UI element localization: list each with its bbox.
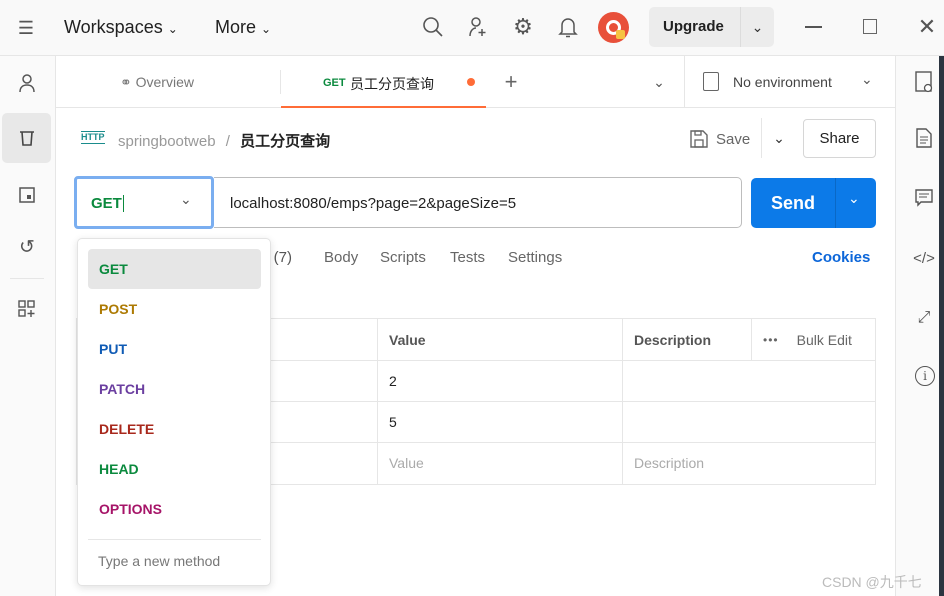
right-sidebar: </> ⤢ i <box>895 56 944 596</box>
upgrade-button-group: Upgrade ⌄ <box>649 7 774 47</box>
method-option-head[interactable]: HEAD <box>88 449 261 489</box>
breadcrumb-separator: / <box>225 133 230 150</box>
left-sidebar: ↺ <box>0 56 56 596</box>
method-option-post[interactable]: POST <box>88 289 261 329</box>
invite-user-icon[interactable] <box>465 14 491 40</box>
close-window-button[interactable]: ✕ <box>914 14 940 40</box>
collections-trash-icon[interactable] <box>2 113 51 163</box>
new-param-description-input[interactable]: Description <box>623 443 875 483</box>
share-button[interactable]: Share <box>803 119 876 158</box>
upgrade-chevron-down-icon[interactable]: ⌄ <box>741 7 774 47</box>
window-edge <box>939 56 944 596</box>
menu-icon[interactable]: ☰ <box>14 16 38 40</box>
method-option-put[interactable]: PUT <box>88 329 261 369</box>
upgrade-button[interactable]: Upgrade <box>663 18 724 35</box>
avatar[interactable] <box>598 12 629 43</box>
breadcrumb-collection[interactable]: springbootweb <box>118 133 216 150</box>
save-button[interactable]: Save <box>690 127 750 151</box>
tab-request-active[interactable]: GET 员工分页查询 <box>281 56 486 108</box>
user-icon[interactable] <box>14 70 40 96</box>
new-param-value-input[interactable]: Value <box>378 443 622 483</box>
bulk-edit-label: Bulk Edit <box>796 331 852 348</box>
method-selected-value: GET <box>91 195 124 212</box>
code-snippet-icon[interactable]: </> <box>911 246 937 270</box>
environment-quick-look-icon[interactable] <box>913 70 935 94</box>
send-options-chevron-icon[interactable]: ⌄ <box>848 190 860 207</box>
tab-body[interactable]: Body <box>324 249 358 266</box>
workspaces-label: Workspaces <box>64 17 163 37</box>
environment-selector[interactable]: No environment ⌄ <box>685 56 885 108</box>
bulk-edit-button[interactable]: ••• Bulk Edit <box>752 319 852 360</box>
save-label: Save <box>716 130 751 148</box>
column-header-description: Description <box>634 331 712 348</box>
watermark: CSDN @九千七 <box>822 574 922 590</box>
chevron-down-icon: ⌄ <box>861 71 873 87</box>
tab-title: 员工分页查询 <box>350 76 434 92</box>
tab-bar: ⚭ Overview GET 员工分页查询 + ⌄ No environment… <box>56 56 896 108</box>
notification-bell-icon[interactable] <box>555 14 581 40</box>
tab-scripts[interactable]: Scripts <box>380 249 426 266</box>
documentation-icon[interactable] <box>913 126 935 150</box>
method-option-options[interactable]: OPTIONS <box>88 489 261 529</box>
param-value-cell[interactable]: 2 <box>378 361 622 401</box>
workspaces-menu[interactable]: Workspaces ⌄ <box>64 17 178 38</box>
new-tab-plus-icon[interactable]: + <box>498 69 524 95</box>
http-request-icon: HTTP <box>81 131 105 144</box>
param-description-cell[interactable] <box>623 361 875 401</box>
method-option-get[interactable]: GET <box>88 249 261 289</box>
url-input[interactable]: localhost:8080/emps?page=2&pageSize=5 <box>214 177 742 228</box>
method-dropdown-menu: GET POST PUT PATCH DELETE HEAD OPTIONS Type a … <box>77 238 271 586</box>
save-options-chevron-icon[interactable]: ⌄ <box>768 126 790 150</box>
tabs-dropdown-chevron-icon[interactable]: ⌄ <box>646 69 672 95</box>
more-options-icon[interactable]: ••• <box>763 333 779 347</box>
more-menu[interactable]: More ⌄ <box>215 17 271 38</box>
method-option-patch[interactable]: PATCH <box>88 369 261 409</box>
top-bar: ☰ Workspaces ⌄ More ⌄ ⚙ Upgrade ⌄ ✕ <box>0 0 944 56</box>
new-method-input[interactable]: Type a new method <box>98 553 220 569</box>
tab-overview-label: Overview <box>135 74 194 90</box>
method-selector[interactable]: GET ⌄ <box>74 176 214 229</box>
send-button-group: Send ⌄ <box>751 178 876 228</box>
info-icon[interactable]: i <box>915 366 935 386</box>
minimize-button[interactable] <box>805 26 822 28</box>
maximize-button[interactable] <box>863 19 877 34</box>
column-header-value: Value <box>389 331 426 348</box>
related-collections-icon[interactable]: ⤢ <box>913 306 935 330</box>
url-text: localhost:8080/emps?page=2&pageSize=5 <box>230 195 517 212</box>
overview-icon: ⚭ <box>120 74 132 90</box>
send-button[interactable]: Send <box>771 193 815 214</box>
more-label: More <box>215 17 257 37</box>
environment-label: No environment <box>733 74 832 90</box>
tab-tests[interactable]: Tests <box>450 249 485 266</box>
environments-icon[interactable] <box>14 182 40 208</box>
breadcrumb-request-name[interactable]: 员工分页查询 <box>240 133 330 150</box>
tab-overview[interactable]: ⚭ Overview <box>120 74 194 91</box>
chevron-down-icon: ⌄ <box>261 22 272 36</box>
share-label: Share <box>819 130 860 147</box>
settings-gear-icon[interactable]: ⚙ <box>510 14 536 40</box>
save-disk-icon <box>690 130 708 148</box>
tab-settings[interactable]: Settings <box>508 249 562 266</box>
param-description-cell[interactable] <box>623 402 875 442</box>
chevron-down-icon: ⌄ <box>180 191 192 207</box>
history-icon[interactable]: ↺ <box>14 234 40 260</box>
method-option-delete[interactable]: DELETE <box>88 409 261 449</box>
no-environment-icon <box>703 72 719 91</box>
comments-icon[interactable] <box>913 186 935 210</box>
cookies-link[interactable]: Cookies <box>812 249 870 266</box>
param-value-cell[interactable]: 5 <box>378 402 622 442</box>
unsaved-dot-icon <box>467 78 475 86</box>
add-apps-icon[interactable] <box>14 296 40 322</box>
tab-method: GET <box>323 77 346 89</box>
search-icon[interactable] <box>420 14 446 40</box>
chevron-down-icon: ⌄ <box>167 22 178 36</box>
breadcrumb: springbootweb / 员工分页查询 <box>118 130 330 151</box>
